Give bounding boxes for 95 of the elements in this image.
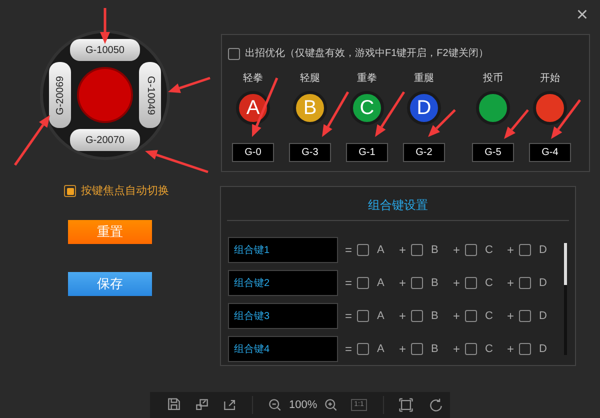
fullscreen-icon[interactable] [398,397,414,413]
button-label: 开始 [540,72,560,86]
button-label: 投币 [483,72,503,86]
operator: = [345,275,354,292]
arrow-icon [551,99,581,139]
rotate-icon[interactable] [428,397,444,413]
key-letter: A [377,342,384,357]
arrow-icon [322,91,350,137]
checkbox[interactable] [357,310,369,322]
key-letter: A [377,276,384,291]
checkbox[interactable] [411,244,423,256]
key-letter: C [485,308,493,324]
checkbox[interactable] [465,244,477,256]
checkbox[interactable] [411,277,423,289]
checkbox-label: 按键焦点自动切换 [81,184,169,199]
combo-name-field[interactable]: 组合键3 [228,303,338,329]
key-letter: D [539,242,547,258]
resize-icon[interactable] [194,397,210,413]
share-icon[interactable] [222,397,238,413]
operator: + [453,242,462,259]
key-letter: C [485,342,493,357]
arrow-icon [100,8,110,44]
checkbox[interactable] [357,244,369,256]
key-letter: B [431,242,438,258]
button-label: 轻拳 [243,72,263,86]
arrow-icon [145,150,208,174]
operator: + [507,242,516,259]
operator: = [345,308,354,325]
combo-name-field[interactable]: 组合键2 [228,270,338,296]
operator: + [507,341,516,358]
arcade-button[interactable] [476,91,510,125]
key-letter: B [431,342,438,357]
checkbox[interactable] [228,48,240,60]
operator: = [345,242,354,259]
key-letter: B [431,276,438,291]
key-field[interactable]: G-4 [529,143,571,162]
button-label: 重拳 [357,72,377,86]
key-letter: A [377,242,384,258]
key-letter: B [431,308,438,324]
arrow-icon [375,91,406,137]
arcade-button[interactable] [533,91,567,125]
combo-name-field[interactable]: 组合键4 [228,336,338,362]
key-letter: D [539,342,547,357]
key-letter: C [485,276,493,291]
checkbox[interactable] [465,277,477,289]
arrow-icon [168,76,210,93]
key-field[interactable]: G-5 [472,143,514,162]
button-label: 轻腿 [300,72,320,86]
operator: + [453,341,462,358]
close-button[interactable]: × [576,0,588,30]
arcade-button[interactable]: D [407,91,441,125]
checkbox[interactable] [519,277,531,289]
checkbox[interactable] [357,343,369,355]
checkbox[interactable] [519,244,531,256]
scrollbar-thumb[interactable] [564,243,567,285]
operator: + [399,242,408,259]
direction-button[interactable]: G-20069 [49,62,71,128]
checkbox[interactable] [465,310,477,322]
checkbox[interactable] [411,343,423,355]
key-field[interactable]: G-0 [232,143,274,162]
checkbox[interactable] [411,310,423,322]
button-label: 重腿 [414,72,434,86]
operator: + [453,308,462,325]
key-letter: C [485,242,493,258]
checkbox[interactable] [519,310,531,322]
checkbox[interactable] [357,277,369,289]
arcade-button[interactable]: A [236,91,270,125]
combo-name-field[interactable]: 组合键1 [228,237,338,263]
operator: + [399,308,408,325]
key-field[interactable]: G-3 [289,143,331,162]
key-field[interactable]: G-1 [346,143,388,162]
checkbox[interactable] [519,343,531,355]
operator: + [399,341,408,358]
operator: = [345,341,354,358]
direction-button[interactable]: G-10049 [139,62,161,128]
operator: + [507,275,516,292]
key-field[interactable]: G-2 [403,143,445,162]
zoom-in-icon[interactable] [323,397,340,413]
operator: + [453,275,462,292]
zoom-out-icon[interactable] [267,397,283,413]
key-letter: D [539,308,547,324]
arrow-icon [14,115,50,166]
checkbox[interactable] [64,185,76,198]
panel-title: 组合键设置 [368,197,428,214]
zoom-level: 100% [289,398,318,413]
direction-button[interactable]: G-20070 [70,129,140,151]
operator: + [399,275,408,292]
key-letter: A [377,308,384,324]
checkbox-label: 出招优化（仅键盘有效，游戏中F1键开启，F2键关闭） [245,46,488,61]
arrow-icon [504,109,529,139]
operator: + [507,308,516,325]
direction-button[interactable]: G-10050 [70,39,140,61]
checkbox[interactable] [465,343,477,355]
key-letter: D [539,276,547,291]
save-icon[interactable] [166,397,182,413]
